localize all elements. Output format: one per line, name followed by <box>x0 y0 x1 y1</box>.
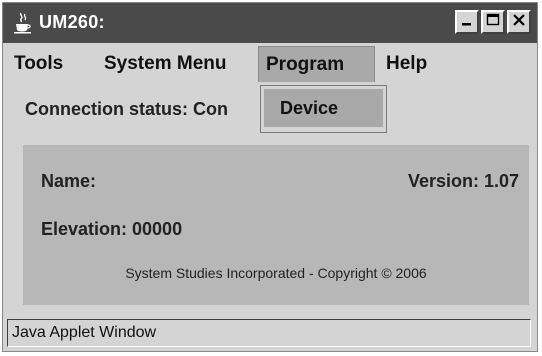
java-cup-icon <box>13 12 33 34</box>
connection-status: Connection status: Con <box>25 99 228 119</box>
name-label: Name: <box>41 171 97 191</box>
title-bar[interactable]: UM260: <box>3 3 537 43</box>
menu-help[interactable]: Help <box>379 46 434 82</box>
version-label: Version: 1.07 <box>407 171 519 191</box>
minimize-button[interactable] <box>455 10 479 34</box>
maximize-icon <box>486 13 500 32</box>
app-window: UM260: Tools System Menu Program Help Co… <box>2 2 538 352</box>
window-controls <box>455 10 531 34</box>
maximize-button[interactable] <box>481 10 505 34</box>
window-title: UM260: <box>39 12 105 32</box>
close-button[interactable] <box>507 10 531 34</box>
status-bar: Java Applet Window <box>7 319 531 347</box>
copyright-text: System Studies Incorporated - Copyright … <box>125 265 427 281</box>
menu-system-menu[interactable]: System Menu <box>97 46 233 82</box>
menu-bar: Tools System Menu Program Help <box>3 43 537 85</box>
close-icon <box>512 13 526 32</box>
menu-tools[interactable]: Tools <box>7 46 70 82</box>
elevation-label: Elevation: 00000 <box>41 219 183 239</box>
menu-item-device[interactable]: Device <box>264 89 383 127</box>
program-dropdown: Device <box>260 85 387 133</box>
minimize-icon <box>460 13 474 32</box>
info-panel: Name: Version: 1.07 Elevation: 00000 Sys… <box>23 145 529 305</box>
menu-program[interactable]: Program <box>258 46 375 82</box>
